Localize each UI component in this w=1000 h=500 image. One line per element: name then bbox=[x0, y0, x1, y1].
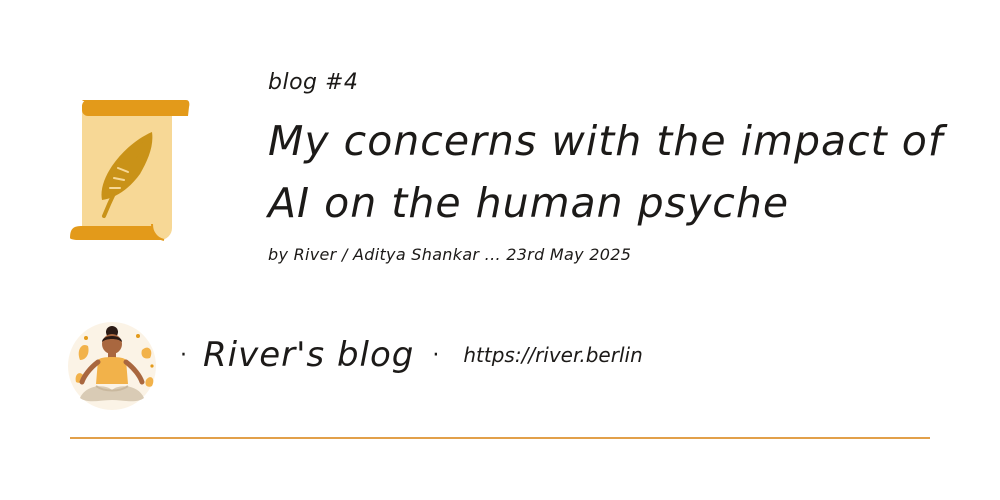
post-number-label: blog #4 bbox=[268, 70, 359, 95]
scroll-feather-icon bbox=[70, 100, 190, 241]
separator-dot: · bbox=[180, 342, 187, 368]
meditating-person-avatar bbox=[68, 322, 156, 410]
separator-dot: · bbox=[432, 342, 440, 368]
post-byline: by River / Aditya Shankar ... 23rd May 2… bbox=[268, 245, 632, 264]
post-title: My concerns with the impact of AI on the… bbox=[268, 117, 944, 227]
blog-url-link[interactable]: https://river.berlin bbox=[463, 343, 642, 367]
blog-name: River's blog bbox=[203, 335, 415, 375]
footer-divider bbox=[70, 437, 930, 439]
footer-links: · River's blog · https://river.berlin bbox=[180, 335, 643, 375]
